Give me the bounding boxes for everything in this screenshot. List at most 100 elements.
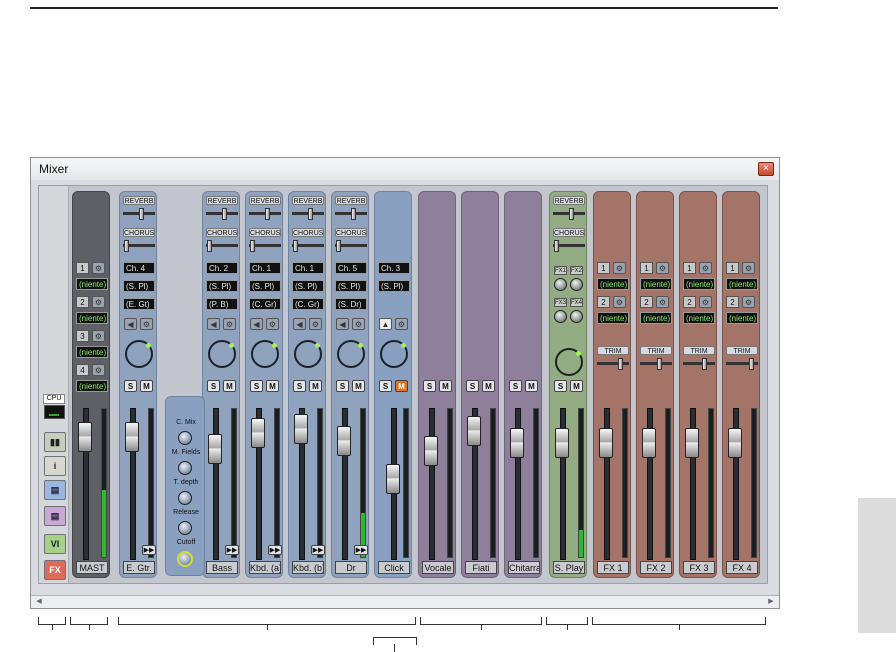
fx3-button[interactable]: FX3 [554,298,567,307]
mute-button[interactable]: M [395,380,408,392]
trim-slider[interactable] [597,362,629,365]
pan-knob[interactable] [251,340,279,368]
speaker-icon[interactable]: ◀ [207,318,220,330]
gear-icon[interactable]: ⚙ [140,318,153,330]
solo-button[interactable]: S [336,380,349,392]
pan-knob[interactable] [380,340,408,368]
gear-icon[interactable]: ⚙ [92,364,105,376]
fx3-knob[interactable] [554,310,567,323]
preset-select[interactable]: (S. Dr) [335,298,367,310]
fader-knob[interactable] [386,464,400,494]
mute-button[interactable]: M [352,380,365,392]
skip-icon[interactable]: ▶▶ [268,545,282,555]
insert-slot[interactable]: (niente) [726,312,758,324]
insert-slot[interactable]: (niente) [76,346,108,358]
gear-icon[interactable]: ⚙ [395,318,408,330]
info-icon[interactable]: i [44,456,66,476]
gear-icon[interactable]: ⚙ [223,318,236,330]
solo-button[interactable]: S [250,380,263,392]
fader-knob[interactable] [728,428,742,458]
m-fields-knob[interactable] [178,461,192,475]
solo-button[interactable]: S [554,380,567,392]
mute-button[interactable]: M [570,380,583,392]
midi-channel-select[interactable]: Ch. 2 [206,262,238,274]
chorus-slider-knob[interactable] [250,240,255,252]
gear-icon[interactable]: ⚙ [92,330,105,342]
mute-button[interactable]: M [309,380,322,392]
cutoff-knob[interactable] [177,551,193,567]
gear-icon[interactable]: ⚙ [656,296,669,308]
reverb-slider-knob[interactable] [265,208,270,220]
solo-button[interactable]: S [509,380,522,392]
trim-slider-knob[interactable] [618,358,623,370]
pan-knob[interactable] [294,340,322,368]
insert-slot[interactable]: (niente) [726,278,758,290]
t-depth-knob[interactable] [178,491,192,505]
mute-button[interactable]: M [140,380,153,392]
fader-knob[interactable] [510,428,524,458]
trim-slider-knob[interactable] [657,358,662,370]
horizontal-scrollbar[interactable]: ◀ ▶ [31,595,779,608]
player-select[interactable]: (S. Pl) [249,280,281,292]
fader-track[interactable] [213,408,219,560]
preset-select[interactable]: (C. Gr) [292,298,324,310]
speaker-icon[interactable]: ◀ [293,318,306,330]
chorus-slider-knob[interactable] [336,240,341,252]
reverb-slider-knob[interactable] [139,208,144,220]
fx4-knob[interactable] [570,310,583,323]
fader-knob[interactable] [294,414,308,444]
trim-slider[interactable] [683,362,715,365]
gear-icon[interactable]: ⚙ [309,318,322,330]
solo-button[interactable]: S [466,380,479,392]
solo-button[interactable]: S [293,380,306,392]
gear-icon[interactable]: ⚙ [699,262,712,274]
vi-button[interactable]: VI [44,534,66,554]
insert-slot[interactable]: (niente) [640,278,672,290]
reverb-slider-knob[interactable] [222,208,227,220]
midi-channel-select[interactable]: Ch. 3 [378,262,410,274]
fader-knob[interactable] [555,428,569,458]
gear-icon[interactable]: ⚙ [742,262,755,274]
mute-button[interactable]: M [439,380,452,392]
chorus-slider-knob[interactable] [124,240,129,252]
insert-slot[interactable]: (niente) [640,312,672,324]
fader-knob[interactable] [251,418,265,448]
mute-button[interactable]: M [266,380,279,392]
gear-icon[interactable]: ⚙ [613,262,626,274]
fader-knob[interactable] [467,416,481,446]
gear-icon[interactable]: ⚙ [742,296,755,308]
fx1-knob[interactable] [554,278,567,291]
insert-slot[interactable]: (niente) [76,312,108,324]
reverb-slider-knob[interactable] [351,208,356,220]
metronome-icon[interactable]: ▲ [379,318,392,330]
pan-knob[interactable] [125,340,153,368]
scroll-right-icon[interactable]: ▶ [765,597,777,607]
preset-select[interactable]: (P. B) [206,298,238,310]
release-knob[interactable] [178,521,192,535]
gear-icon[interactable]: ⚙ [656,262,669,274]
player-select[interactable]: (S. Pl) [206,280,238,292]
solo-button[interactable]: S [124,380,137,392]
insert-slot[interactable]: (niente) [597,312,629,324]
chorus-slider-knob[interactable] [293,240,298,252]
player-select[interactable]: (S. Pl) [378,280,410,292]
fx-button[interactable]: FX [44,560,66,580]
pan-knob[interactable] [337,340,365,368]
player-select[interactable]: (S. Pl) [123,280,155,292]
insert-slot[interactable]: (niente) [76,380,108,392]
midi-channel-select[interactable]: Ch. 1 [249,262,281,274]
gear-icon[interactable]: ⚙ [92,296,105,308]
midi-channel-select[interactable]: Ch. 1 [292,262,324,274]
fader-knob[interactable] [78,422,92,452]
solo-button[interactable]: S [423,380,436,392]
meter-icon[interactable]: ▮▮ [44,432,66,452]
fader-knob[interactable] [642,428,656,458]
fader-knob[interactable] [125,422,139,452]
skip-icon[interactable]: ▶▶ [354,545,368,555]
speaker-icon[interactable]: ◀ [124,318,137,330]
scroll-left-icon[interactable]: ◀ [33,597,45,607]
gear-icon[interactable]: ⚙ [613,296,626,308]
fader-knob[interactable] [599,428,613,458]
fader-knob[interactable] [208,434,222,464]
mute-button[interactable]: M [525,380,538,392]
